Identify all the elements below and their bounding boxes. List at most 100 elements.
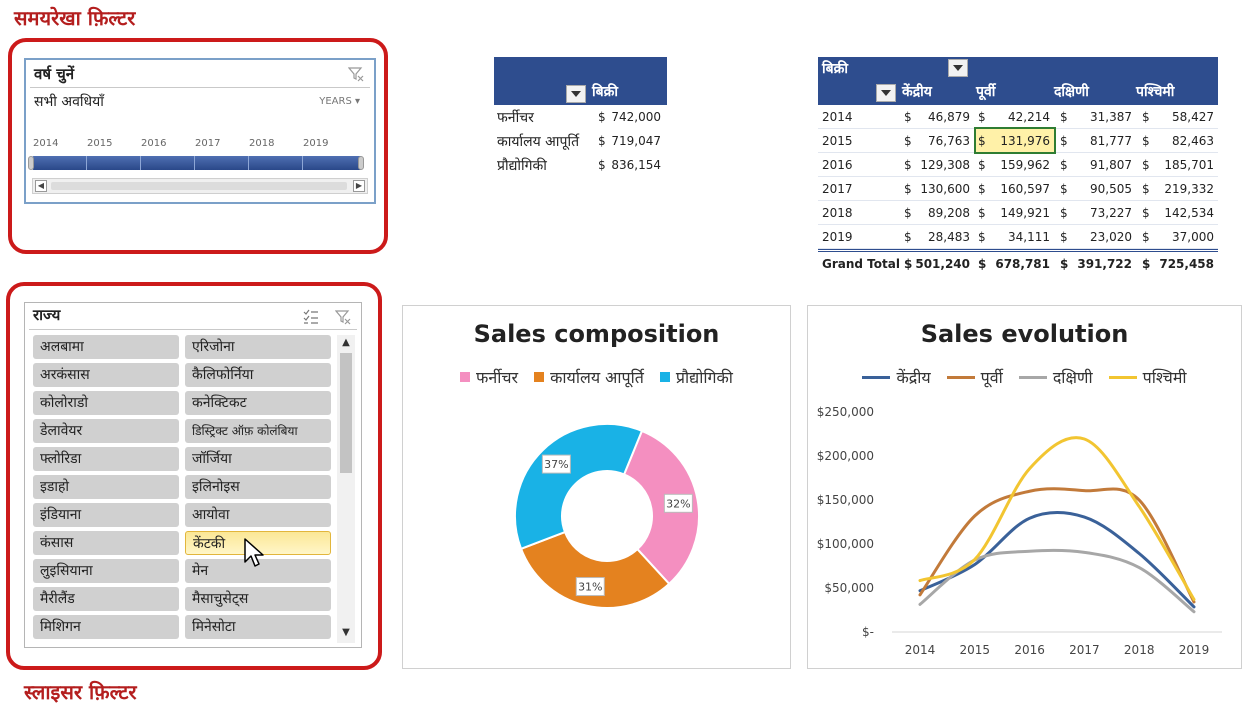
line-plot: $- $50,000 $100,000 $150,000 $200,000 $250,00… bbox=[817, 405, 1222, 657]
chevron-down-icon[interactable]: ▼ bbox=[337, 625, 355, 641]
table-cell[interactable]: $149,921 bbox=[976, 201, 1054, 224]
multi-select-icon[interactable] bbox=[303, 309, 319, 325]
table-cell[interactable]: $678,781 bbox=[976, 252, 1054, 275]
timeline-scrollbar[interactable]: ◀ ▶ bbox=[32, 178, 368, 194]
slicer-item[interactable]: लुइसियाना bbox=[33, 559, 179, 583]
slicer-item[interactable]: कैलिफोर्निया bbox=[185, 363, 331, 387]
currency-symbol: $ bbox=[978, 182, 986, 196]
row-label: 2019 bbox=[822, 230, 853, 244]
cell-value: 46,879 bbox=[928, 110, 970, 124]
clear-filter-icon[interactable] bbox=[335, 309, 351, 325]
table-cell[interactable]: $81,777 bbox=[1058, 129, 1136, 152]
chevron-up-icon[interactable]: ▲ bbox=[337, 335, 355, 351]
mouse-cursor-icon bbox=[244, 538, 264, 567]
currency-symbol: $ bbox=[904, 230, 912, 244]
slicer-item[interactable]: एरिजोना bbox=[185, 335, 331, 359]
currency-symbol: $ bbox=[978, 206, 986, 220]
table-cell[interactable]: $42,214 bbox=[976, 105, 1054, 128]
table-cell[interactable]: $391,722 bbox=[1058, 252, 1136, 275]
legend-item: प्रौद्योगिकी bbox=[659, 366, 733, 388]
table-cell[interactable]: $31,387 bbox=[1058, 105, 1136, 128]
table-cell[interactable]: $142,534 bbox=[1140, 201, 1218, 224]
currency-symbol: $ bbox=[1060, 134, 1068, 148]
slicer-item[interactable]: मैसाचुसेट्स bbox=[185, 587, 331, 611]
row-label: फर्नीचर bbox=[497, 110, 534, 126]
slicer-item[interactable]: डिस्ट्रिक्ट ऑफ़ कोलंबिया bbox=[185, 419, 331, 443]
table-cell[interactable]: $90,505 bbox=[1058, 177, 1136, 200]
slicer-item[interactable]: इडाहो bbox=[33, 475, 179, 499]
table-cell[interactable]: $73,227 bbox=[1058, 201, 1136, 224]
data-label: 31% bbox=[578, 581, 602, 594]
table-cell[interactable]: $76,763 bbox=[902, 129, 974, 152]
timeline-end-handle[interactable] bbox=[358, 156, 364, 170]
clear-filter-icon[interactable] bbox=[348, 66, 364, 82]
table-cell[interactable]: $28,483 bbox=[902, 225, 974, 248]
timeline-selection-bar[interactable] bbox=[32, 156, 362, 170]
table-cell[interactable]: $91,807 bbox=[1058, 153, 1136, 176]
pivot-value-header: बिक्री bbox=[822, 61, 848, 77]
slicer-item[interactable]: अलबामा bbox=[33, 335, 179, 359]
x-tick-label: 2016 bbox=[1014, 643, 1045, 657]
series-line bbox=[918, 487, 1196, 604]
legend-label: केंद्रीय bbox=[896, 368, 931, 387]
table-cell[interactable]: $82,463 bbox=[1140, 129, 1218, 152]
pivot-value-header: बिक्री bbox=[592, 84, 618, 100]
column-filter-dropdown[interactable] bbox=[948, 59, 968, 77]
row-filter-dropdown[interactable] bbox=[876, 84, 896, 102]
table-cell[interactable]: $725,458 bbox=[1140, 252, 1218, 275]
legend-swatch bbox=[659, 372, 670, 382]
slicer-item[interactable]: कंसास bbox=[33, 531, 179, 555]
slicer-item[interactable]: जॉर्जिया bbox=[185, 447, 331, 471]
table-cell[interactable]: $159,962 bbox=[976, 153, 1054, 176]
table-cell[interactable]: $130,600 bbox=[902, 177, 974, 200]
legend-item: केंद्रीय bbox=[862, 366, 931, 388]
chevron-down-icon bbox=[953, 65, 963, 71]
table-cell[interactable]: $160,597 bbox=[976, 177, 1054, 200]
cell-value: 391,722 bbox=[1077, 257, 1132, 271]
row-label: 2016 bbox=[822, 158, 853, 172]
table-cell[interactable]: $34,111 bbox=[976, 225, 1054, 248]
y-tick-label: $- bbox=[862, 625, 874, 639]
table-cell[interactable]: $185,701 bbox=[1140, 153, 1218, 176]
slicer-item[interactable]: इलिनोइस bbox=[185, 475, 331, 499]
cell-value: 159,962 bbox=[1000, 158, 1050, 172]
table-cell[interactable]: $131,976 bbox=[974, 127, 1056, 154]
table-cell[interactable]: $23,020 bbox=[1058, 225, 1136, 248]
table-cell[interactable]: $46,879 bbox=[902, 105, 974, 128]
slicer-item[interactable]: डेलावेयर bbox=[33, 419, 179, 443]
slicer-item[interactable]: कनेक्टिकट bbox=[185, 391, 331, 415]
table-cell[interactable]: $58,427 bbox=[1140, 105, 1218, 128]
legend-item: कार्यालय आपूर्ति bbox=[534, 366, 644, 388]
timeline-slicer[interactable]: वर्ष चुनें सभी अवधियाँ YEARS ▾ 2014 2015… bbox=[24, 58, 376, 204]
slicer-item[interactable]: मिनेसोटा bbox=[185, 615, 331, 639]
scrollbar-thumb[interactable] bbox=[51, 182, 347, 190]
table-cell[interactable]: $501,240 bbox=[902, 252, 974, 275]
sales-composition-chart: Sales composition फर्नीचर कार्यालय आपूर्… bbox=[402, 305, 791, 669]
slicer-item[interactable]: फ्लोरिडा bbox=[33, 447, 179, 471]
chevron-left-icon[interactable]: ◀ bbox=[35, 180, 47, 192]
filter-dropdown-button[interactable] bbox=[566, 85, 586, 103]
table-cell[interactable]: $219,332 bbox=[1140, 177, 1218, 200]
currency-symbol: $ bbox=[904, 134, 912, 148]
slicer-item[interactable]: कोलोराडो bbox=[33, 391, 179, 415]
cell-value: 131,976 bbox=[1000, 134, 1050, 148]
cell-value: 185,701 bbox=[1164, 158, 1214, 172]
chevron-right-icon[interactable]: ▶ bbox=[353, 180, 365, 192]
table-cell[interactable]: $89,208 bbox=[902, 201, 974, 224]
table-row: 2014 $46,879 $42,214 $31,387 $58,427 bbox=[818, 105, 1218, 129]
table-row: 2018 $89,208 $149,921 $73,227 $142,534 bbox=[818, 201, 1218, 225]
slicer-item[interactable]: आयोवा bbox=[185, 503, 331, 527]
table-cell[interactable]: $129,308 bbox=[902, 153, 974, 176]
timeline-start-handle[interactable] bbox=[28, 156, 34, 170]
scrollbar-thumb[interactable] bbox=[340, 353, 352, 473]
slicer-item[interactable]: इंडियाना bbox=[33, 503, 179, 527]
state-slicer[interactable]: राज्य अलबामा एरिजोना अरकंसास कैलिफोर्निया को… bbox=[24, 302, 362, 648]
slicer-item[interactable]: मैरीलैंड bbox=[33, 587, 179, 611]
table-row: कार्यालय आपूर्ति $ 719,047 bbox=[494, 129, 667, 153]
table-cell[interactable]: $37,000 bbox=[1140, 225, 1218, 248]
slicer-item[interactable]: अरकंसास bbox=[33, 363, 179, 387]
cell-value: 90,505 bbox=[1090, 182, 1132, 196]
time-level-dropdown[interactable]: YEARS ▾ bbox=[319, 96, 360, 107]
table-row: प्रौद्योगिकी $ 836,154 bbox=[494, 153, 667, 177]
slicer-item[interactable]: मिशिगन bbox=[33, 615, 179, 639]
